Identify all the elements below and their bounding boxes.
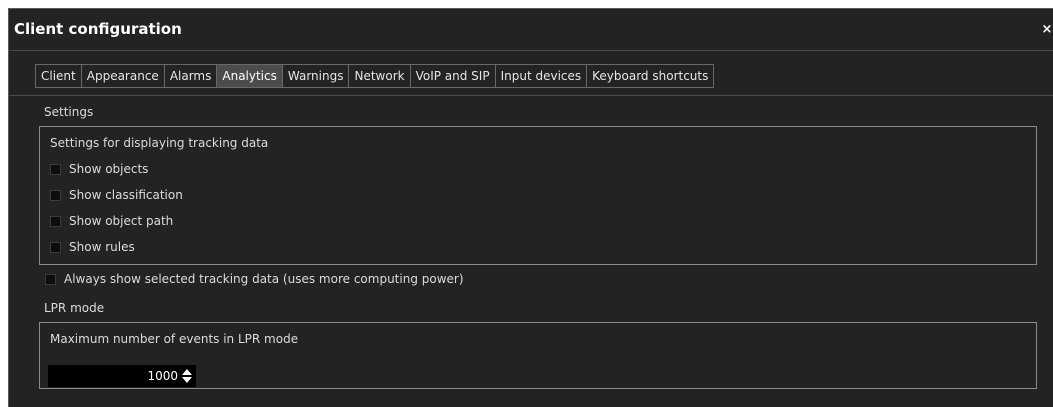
tab-alarms[interactable]: Alarms	[163, 65, 217, 87]
settings-section-label: Settings	[44, 105, 94, 119]
tab-analytics[interactable]: Analytics	[216, 65, 282, 87]
lpr-section-label: LPR mode	[44, 301, 105, 315]
tab-voip-and-sip[interactable]: VoIP and SIP	[409, 65, 495, 87]
show-objects-label: Show objects	[69, 162, 149, 176]
spin-arrows-icon[interactable]	[182, 368, 193, 384]
checkbox-box[interactable]	[50, 241, 61, 253]
close-icon[interactable]: ×	[1041, 22, 1053, 38]
checkbox-box[interactable]	[45, 273, 56, 285]
max-events-spinbox[interactable]: 1000	[48, 365, 196, 387]
checkbox-box[interactable]	[50, 215, 61, 227]
arrow-up-icon[interactable]	[182, 369, 192, 375]
client-configuration-dialog: Client configuration × Client Appearance…	[8, 8, 1053, 407]
max-events-label: Maximum number of events in LPR mode	[50, 332, 299, 346]
tab-bar: Client Appearance Alarms Analytics Warni…	[9, 50, 1053, 96]
title-bar: Client configuration ×	[9, 9, 1053, 51]
tab-network[interactable]: Network	[348, 65, 409, 87]
tracking-data-group-label: Settings for displaying tracking data	[50, 136, 269, 150]
checkbox-box[interactable]	[50, 189, 61, 201]
tab-client[interactable]: Client	[36, 65, 81, 87]
show-classification-checkbox[interactable]: Show classification	[50, 187, 183, 203]
max-events-value[interactable]: 1000	[147, 365, 178, 387]
always-show-tracking-checkbox[interactable]: Always show selected tracking data (uses…	[45, 271, 464, 287]
tab-keyboard-shortcuts[interactable]: Keyboard shortcuts	[586, 65, 713, 87]
always-show-tracking-label: Always show selected tracking data (uses…	[64, 272, 464, 286]
show-rules-label: Show rules	[69, 240, 135, 254]
tab-warnings[interactable]: Warnings	[281, 65, 349, 87]
show-object-path-label: Show object path	[69, 214, 174, 228]
show-objects-checkbox[interactable]: Show objects	[50, 161, 148, 177]
tab-list: Client Appearance Alarms Analytics Warni…	[35, 64, 715, 88]
dialog-title: Client configuration	[14, 20, 182, 38]
tracking-data-group: Settings for displaying tracking data Sh…	[39, 126, 1037, 265]
show-classification-label: Show classification	[69, 188, 183, 202]
checkbox-box[interactable]	[50, 163, 61, 175]
arrow-down-icon[interactable]	[182, 377, 192, 383]
tab-appearance[interactable]: Appearance	[80, 65, 164, 87]
tab-input-devices[interactable]: Input devices	[494, 65, 587, 87]
show-object-path-checkbox[interactable]: Show object path	[50, 213, 173, 229]
show-rules-checkbox[interactable]: Show rules	[50, 239, 135, 255]
